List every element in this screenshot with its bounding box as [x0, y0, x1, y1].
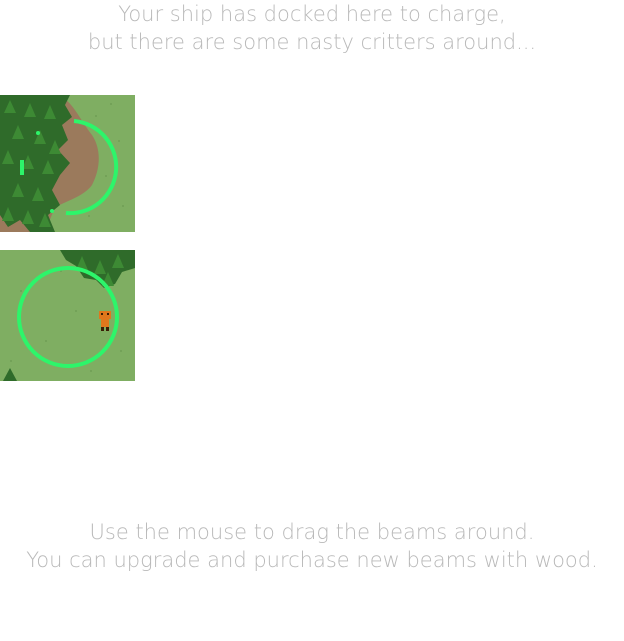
intro-line-1: Your ship has docked here to charge, — [118, 2, 506, 26]
help-line-1: Use the mouse to drag the beams around. — [89, 520, 535, 544]
game-screen: Your ship has docked here to charge, but… — [0, 0, 624, 641]
forest-map — [0, 95, 135, 232]
beam-tile-forest[interactable] — [0, 95, 135, 232]
help-line-2: You can upgrade and purchase new beams w… — [26, 548, 598, 572]
intro-line-2: but there are some nasty critters around… — [87, 30, 537, 54]
help-message: Use the mouse to drag the beams around. … — [0, 518, 624, 574]
grass-map — [0, 250, 135, 381]
intro-message: Your ship has docked here to charge, but… — [0, 0, 624, 56]
beam-tile-critter[interactable] — [0, 250, 135, 381]
